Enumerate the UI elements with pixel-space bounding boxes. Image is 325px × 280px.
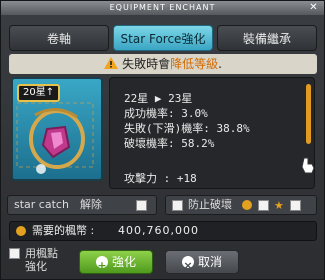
- cost-row: 需要的楓幣 : 400,760,000: [9, 221, 317, 241]
- star-catch-checkbox[interactable]: [136, 200, 147, 211]
- equipment-enchant-window: EQUIPMENT ENCHANT ✕ 卷軸 Star Force強化 裝備繼承…: [0, 0, 325, 280]
- tab-scroll[interactable]: 卷軸: [9, 25, 109, 51]
- stats-scrollbar[interactable]: [306, 84, 311, 144]
- star-icon: ★: [274, 199, 284, 212]
- star-change: 22星 ▶ 23星: [124, 92, 193, 105]
- option-checkbox-2[interactable]: [290, 200, 301, 211]
- cancel-x-icon: ×: [181, 256, 194, 272]
- warning-text-suffix: .: [218, 57, 222, 71]
- attack-stat: 攻擊力 : +18: [124, 172, 197, 185]
- cancel-label: 取消: [197, 255, 222, 269]
- use-points-checkbox[interactable]: [9, 248, 20, 259]
- window-title: EQUIPMENT ENCHANT: [109, 3, 216, 12]
- use-points-option[interactable]: 用楓點強化: [9, 247, 69, 275]
- protect-row: 防止破壞 ★: [165, 195, 317, 215]
- protect-checkbox[interactable]: [172, 200, 183, 211]
- coin-icon: [16, 226, 26, 236]
- success-rate: 成功機率: 3.0%: [124, 107, 208, 120]
- star-catch-row: star catch 解除: [7, 195, 157, 215]
- amulet-icon: [16, 102, 94, 174]
- warning-text-prefix: 失敗時會: [122, 57, 171, 71]
- plus-icon: +: [95, 256, 108, 272]
- warning-icon: [104, 55, 119, 69]
- cost-label: 需要的楓幣 :: [32, 224, 95, 237]
- stats-panel: 22星 ▶ 23星 成功機率: 3.0% 失敗(下滑)機率: 38.8% 破壞機…: [109, 77, 315, 189]
- option-dot-icon: [242, 200, 252, 210]
- tab-bar: 卷軸 Star Force強化 裝備繼承: [9, 25, 317, 51]
- enhance-label: 強化: [111, 255, 136, 269]
- star-catch-label: star catch: [14, 198, 69, 211]
- tab-star-force[interactable]: Star Force強化: [113, 25, 213, 51]
- close-icon[interactable]: ✕: [308, 2, 320, 14]
- tab-equip-inherit[interactable]: 裝備繼承: [217, 25, 317, 51]
- option-checkbox-1[interactable]: [258, 200, 269, 211]
- enhance-button[interactable]: + 強化: [79, 250, 153, 274]
- fail-rate: 失敗(下滑)機率: 38.8%: [124, 122, 250, 135]
- warning-banner: 失敗時會降低等級.: [9, 54, 317, 74]
- cost-value: 400,760,000: [118, 224, 199, 237]
- star-catch-action[interactable]: 解除: [80, 196, 102, 214]
- window-titlebar[interactable]: EQUIPMENT ENCHANT ✕: [1, 1, 324, 15]
- use-points-label: 用楓點強化: [25, 247, 58, 273]
- protect-label: 防止破壞: [188, 198, 232, 211]
- warning-text-highlight: 降低等級: [170, 57, 219, 71]
- item-slot[interactable]: 20星↑: [11, 77, 103, 181]
- cancel-button[interactable]: × 取消: [165, 250, 239, 274]
- pointer-hand-icon: [301, 157, 315, 174]
- destroy-rate: 破壞機率: 58.2%: [124, 137, 215, 150]
